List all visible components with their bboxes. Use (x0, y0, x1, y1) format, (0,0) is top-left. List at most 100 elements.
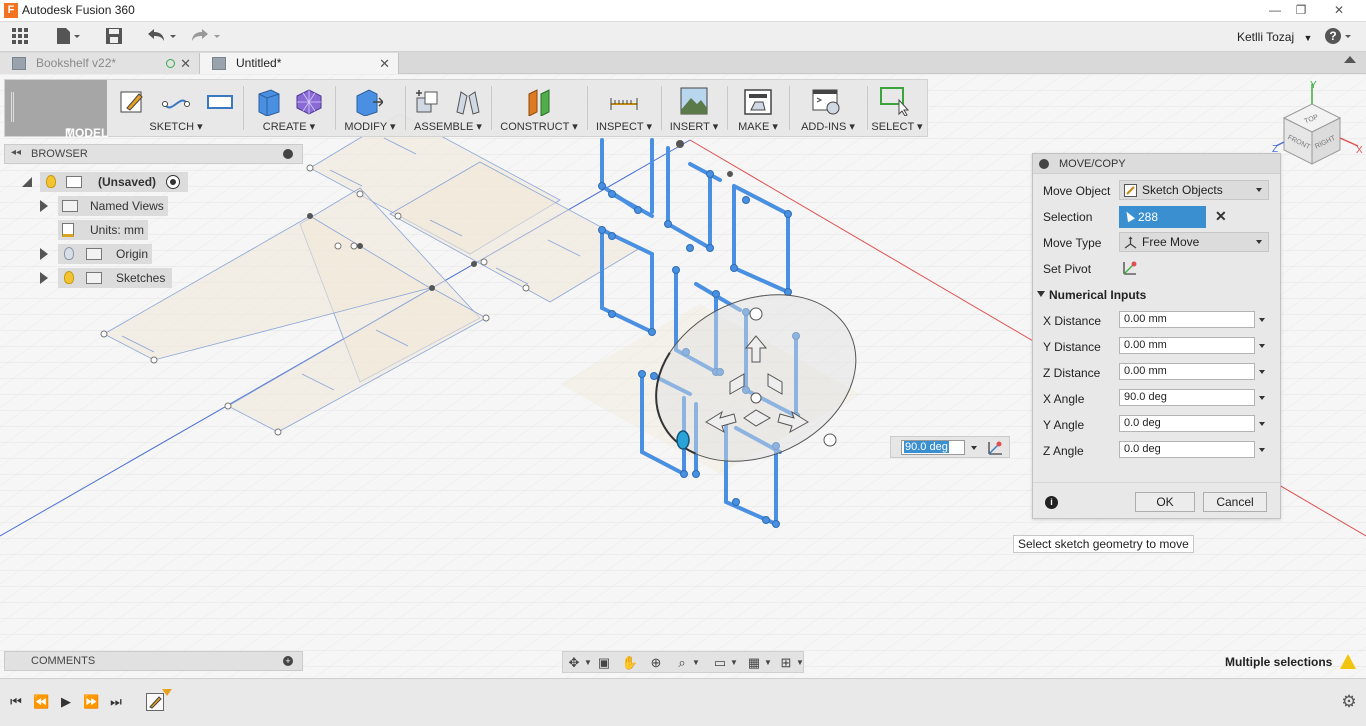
chevron-down-icon[interactable] (1259, 422, 1265, 426)
collapse-panel-icon[interactable]: ◂◂ (11, 147, 21, 158)
close-icon[interactable]: ✕ (379, 53, 390, 74)
expand-arrow-icon[interactable] (22, 177, 32, 187)
z-angle-input[interactable]: 0.0 deg (1119, 441, 1255, 458)
redo-icon[interactable] (188, 27, 222, 47)
selection-button[interactable]: 288 selected (1119, 206, 1206, 246)
browser-panel-header[interactable]: ◂◂ BROWSER (4, 144, 303, 164)
create-sketch-icon (120, 91, 143, 113)
chevron-down-icon[interactable] (1259, 370, 1265, 374)
chevron-down-icon[interactable]: ▼ (759, 655, 777, 670)
browser-item-named-views[interactable]: Named Views (38, 196, 178, 216)
set-pivot-label: Set Pivot (1043, 262, 1092, 276)
chevron-down-icon[interactable] (1259, 344, 1265, 348)
look-at-icon[interactable]: ▣ (595, 655, 613, 670)
chevron-down-icon[interactable]: ▼ (687, 655, 705, 670)
z-distance-label: Z Distance (1043, 366, 1101, 380)
angle-input-widget[interactable]: 90.0 deg (890, 436, 1010, 458)
tree-item-label: Units: mm (90, 223, 144, 237)
workspace-switcher[interactable]: MODEL ▼ (5, 80, 108, 140)
comments-panel-header[interactable]: COMMENTS + (4, 651, 303, 671)
timeline-playhead[interactable] (162, 689, 172, 696)
component-icon (66, 176, 82, 188)
minimize-button[interactable]: — (1262, 0, 1288, 20)
chevron-down-icon[interactable] (1259, 318, 1265, 322)
maximize-button[interactable]: ❐ (1288, 0, 1314, 20)
assemble-group[interactable]: ASSEMBLE ▾ (405, 80, 492, 136)
chevron-down-icon[interactable] (1259, 396, 1265, 400)
expand-arrow-icon[interactable] (40, 272, 48, 284)
chevron-down-icon[interactable]: ▼ (791, 655, 809, 670)
zoom-icon[interactable]: ⊕ (647, 655, 665, 670)
close-window-button[interactable]: ✕ (1326, 0, 1352, 20)
file-menu-icon[interactable] (54, 27, 82, 47)
set-pivot-icon[interactable] (1121, 259, 1139, 277)
z-distance-input[interactable]: 0.00 mm (1119, 363, 1255, 380)
visibility-bulb-icon[interactable] (64, 271, 74, 284)
sketch-group[interactable]: SKETCH ▾ (109, 80, 244, 136)
step-back-icon[interactable]: ⏪ (33, 694, 49, 710)
view-cube[interactable]: TOP FRONT RIGHT Y X Z (1270, 78, 1366, 174)
x-angle-input[interactable]: 90.0 deg (1119, 389, 1255, 406)
visibility-bulb-icon[interactable] (64, 247, 74, 260)
expand-arrow-icon[interactable] (40, 200, 48, 212)
create-group[interactable]: CREATE ▾ (243, 80, 336, 136)
add-comment-icon[interactable]: + (283, 656, 293, 666)
folder-icon (86, 272, 102, 284)
dialog-header[interactable]: MOVE/COPY (1033, 154, 1280, 174)
help-icon[interactable]: ? (1324, 27, 1354, 47)
construct-group[interactable]: CONSTRUCT ▾ (491, 80, 588, 136)
quick-access-toolbar: Ketlli Tozaj ▼ ? (0, 22, 1366, 52)
create-group-label: CREATE (262, 121, 307, 133)
modify-group[interactable]: MODIFY ▾ (335, 80, 406, 136)
add-ins-group[interactable]: ADD-INS ▾ (789, 80, 868, 136)
ok-button[interactable]: OK (1135, 492, 1195, 512)
browser-root-node[interactable]: (Unsaved) (18, 172, 198, 192)
chevron-down-icon[interactable] (1259, 448, 1265, 452)
x-distance-input[interactable]: 0.00 mm (1119, 311, 1255, 328)
offset-plane-icon (528, 89, 550, 116)
inspect-group[interactable]: INSPECT ▾ (587, 80, 662, 136)
go-to-start-icon[interactable]: ⏮ (8, 694, 24, 710)
cancel-button[interactable]: Cancel (1203, 492, 1267, 512)
chevron-down-icon[interactable]: ▼ (725, 655, 743, 670)
chevron-down-icon[interactable] (971, 446, 977, 450)
tab-bookshelf[interactable]: Bookshelf v22* ✕ (0, 53, 200, 74)
collapse-tabs-icon[interactable] (1344, 56, 1356, 63)
select-group[interactable]: SELECT ▾ (867, 80, 927, 136)
collapse-dialog-icon[interactable] (1039, 159, 1049, 169)
dialog-title: MOVE/COPY (1059, 158, 1126, 170)
save-icon[interactable] (104, 27, 124, 47)
browser-item-origin[interactable]: Origin (38, 244, 178, 264)
user-account-menu[interactable]: Ketlli Tozaj ▼ (1237, 30, 1312, 44)
pivot-icon[interactable] (987, 439, 1005, 456)
go-to-end-icon[interactable]: ⏭ (108, 694, 124, 710)
gear-icon[interactable]: ⚙ (1340, 693, 1358, 711)
close-icon[interactable]: ✕ (180, 53, 191, 74)
minimize-panel-icon[interactable] (283, 149, 293, 159)
undo-icon[interactable] (144, 27, 178, 47)
tab-untitled[interactable]: Untitled* ✕ (200, 53, 399, 74)
joint-icon (456, 91, 480, 115)
browser-item-sketches[interactable]: Sketches (38, 268, 178, 288)
activate-component-icon[interactable] (166, 175, 180, 189)
data-panel-grid-icon[interactable] (10, 27, 30, 47)
make-group[interactable]: MAKE ▾ (727, 80, 790, 136)
angle-value-input[interactable]: 90.0 deg (901, 440, 965, 455)
inspect-group-label: INSPECT (595, 121, 644, 133)
insert-group[interactable]: INSERT ▾ (661, 80, 728, 136)
visibility-bulb-icon[interactable] (46, 175, 56, 188)
move-type-dropdown[interactable]: Free Move (1119, 232, 1269, 252)
expand-arrow-icon[interactable] (40, 248, 48, 260)
warning-icon[interactable] (1340, 654, 1356, 669)
expand-arrow-icon (1037, 291, 1045, 297)
y-angle-input[interactable]: 0.0 deg (1119, 415, 1255, 432)
info-icon[interactable]: i (1045, 496, 1058, 509)
clear-selection-icon[interactable]: ✕ (1215, 208, 1227, 225)
tree-item-label: Named Views (90, 199, 164, 213)
browser-item-units[interactable]: Units: mm (58, 220, 158, 240)
y-distance-input[interactable]: 0.00 mm (1119, 337, 1255, 354)
step-forward-icon[interactable]: ⏩ (83, 694, 99, 710)
pan-icon[interactable]: ✋ (621, 655, 639, 670)
play-icon[interactable]: ▶ (58, 694, 74, 710)
move-object-dropdown[interactable]: Sketch Objects (1119, 180, 1269, 200)
